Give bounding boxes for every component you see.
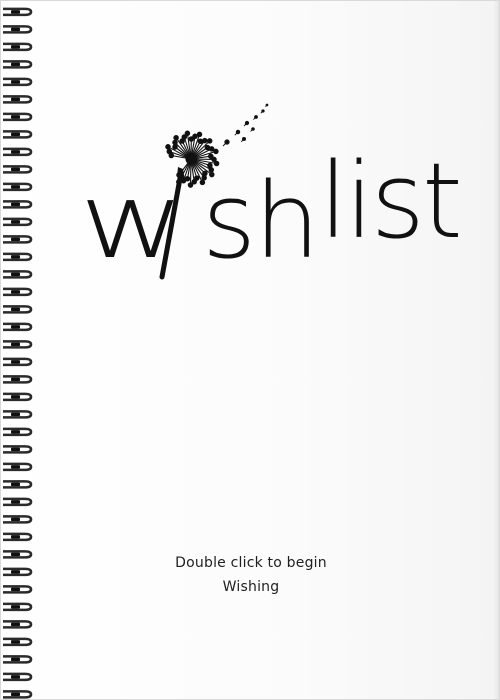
dandelion-tuft [165, 144, 171, 150]
binding-ring [3, 497, 33, 507]
dandelion-seed-icon [222, 139, 230, 147]
binding-ring [3, 462, 33, 472]
dandelion-tuft [204, 144, 211, 151]
binding-ring [3, 427, 33, 437]
begin-instruction[interactable]: Double click to begin Wishing [1, 551, 499, 599]
dandelion-tuft [192, 133, 198, 140]
binding-ring [3, 672, 33, 682]
dandelion-tuft [166, 148, 173, 155]
dandelion-tuft [208, 146, 215, 152]
dandelion-tuft [176, 179, 182, 185]
binding-ring [3, 340, 33, 349]
instruction-line-2: Wishing [222, 579, 280, 595]
dandelion-tuft [206, 138, 213, 144]
binding-ring [3, 620, 33, 629]
dandelion-tuft [197, 138, 204, 145]
dandelion-tuft [172, 144, 178, 150]
binding-ring [3, 322, 33, 332]
binding-ring [3, 410, 33, 419]
dandelion-seed-icon [265, 103, 269, 107]
title-letters-sh: sh [202, 160, 318, 282]
dandelion-tuft [187, 182, 194, 188]
dandelion-tuft [176, 172, 182, 178]
dandelion-tuft [172, 139, 178, 146]
dandelion-tuft [180, 177, 187, 184]
notebook-cover[interactable]: w sh list Double click to begin Wishing [0, 0, 500, 700]
dandelion-seed-icon [243, 120, 250, 127]
binding-ring [3, 392, 33, 402]
binding-ring [3, 515, 33, 524]
dandelion-tuft [213, 148, 219, 155]
dandelion-tuft [173, 134, 179, 141]
title-word-list: list [319, 140, 460, 262]
dandelion-core [185, 153, 197, 165]
binding-ring [3, 532, 33, 542]
title-letter-w: w [79, 161, 185, 282]
instruction-line-1: Double click to begin [175, 555, 327, 571]
binding-ring [3, 602, 33, 612]
binding-ring [3, 480, 33, 489]
dandelion-tuft [202, 137, 208, 144]
binding-ring [3, 655, 33, 664]
wish-list-title-art: w sh list [79, 103, 463, 282]
binding-ring [3, 690, 33, 699]
dandelion-seed-icon [234, 129, 241, 136]
dandelion-seed-icon [260, 109, 265, 114]
dandelion-seed-icon [240, 137, 246, 143]
dandelion-seed-icon [253, 115, 258, 120]
binding-ring [3, 357, 33, 367]
dandelion-tuft [196, 131, 203, 138]
dandelion-seed-icon [250, 127, 255, 132]
binding-ring [3, 445, 33, 454]
dandelion-tuft [184, 130, 191, 137]
binding-ring [3, 637, 33, 647]
binding-ring [3, 375, 33, 384]
